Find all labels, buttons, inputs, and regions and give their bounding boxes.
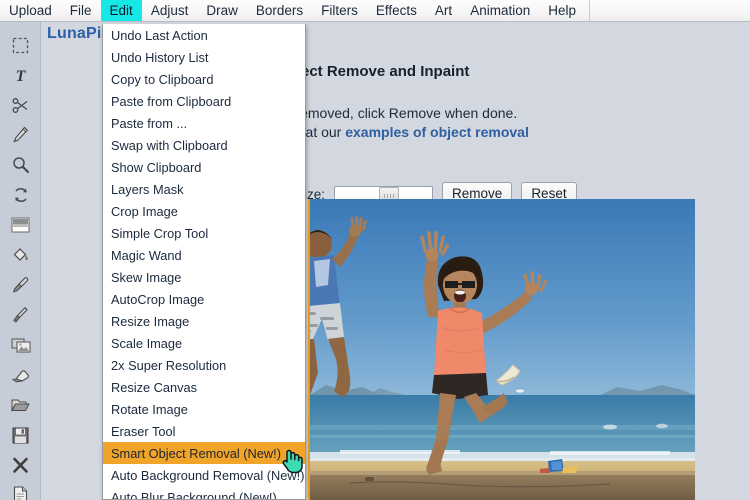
menu-option-resize-image[interactable]: Resize Image — [103, 310, 305, 332]
menu-item-help[interactable]: Help — [539, 0, 585, 21]
menu-option-smart-object-removal[interactable]: Smart Object Removal (New!) — [103, 442, 305, 464]
rotate-icon[interactable] — [0, 180, 41, 210]
menu-option-copy-to-clipboard[interactable]: Copy to Clipboard — [103, 68, 305, 90]
paint-bucket-icon[interactable] — [0, 240, 41, 270]
document-icon[interactable] — [0, 480, 41, 500]
menu-option-simple-crop-tool[interactable]: Simple Crop Tool — [103, 222, 305, 244]
menu-option-autocrop-image[interactable]: AutoCrop Image — [103, 288, 305, 310]
eyedropper-icon[interactable] — [0, 270, 41, 300]
gradient-icon[interactable] — [0, 210, 41, 240]
menu-option-auto-background-removal[interactable]: Auto Background Removal (New!) — [103, 464, 305, 486]
menu-item-upload[interactable]: Upload — [0, 0, 61, 21]
image-stack-icon[interactable] — [0, 330, 41, 360]
lunapic-app: Upload File Edit Adjust Draw Borders Fil… — [0, 0, 750, 500]
menu-item-animation[interactable]: Animation — [461, 0, 539, 21]
menu-item-draw[interactable]: Draw — [197, 0, 247, 21]
image-canvas[interactable] — [308, 199, 695, 500]
menu-option-paste-from[interactable]: Paste from ... — [103, 112, 305, 134]
magnifier-icon[interactable] — [0, 150, 41, 180]
examples-link[interactable]: examples of object removal — [345, 124, 529, 140]
menu-option-swap-with-clipboard[interactable]: Swap with Clipboard — [103, 134, 305, 156]
svg-text:T: T — [16, 68, 27, 84]
pencil-icon[interactable] — [0, 120, 41, 150]
tool-sidebar: T — [0, 22, 41, 500]
menu-item-effects[interactable]: Effects — [367, 0, 426, 21]
main-menu-bar: Upload File Edit Adjust Draw Borders Fil… — [0, 0, 750, 22]
scissors-icon[interactable] — [0, 90, 41, 120]
menu-option-scale-image[interactable]: Scale Image — [103, 332, 305, 354]
menu-option-rotate-image[interactable]: Rotate Image — [103, 398, 305, 420]
menu-item-filters[interactable]: Filters — [312, 0, 367, 21]
menu-option-skew-image[interactable]: Skew Image — [103, 266, 305, 288]
menu-option-layers-mask[interactable]: Layers Mask — [103, 178, 305, 200]
menu-option-undo-history-list[interactable]: Undo History List — [103, 46, 305, 68]
selection-marquee-icon[interactable] — [0, 30, 41, 60]
floppy-save-icon[interactable] — [0, 420, 41, 450]
menu-option-show-clipboard[interactable]: Show Clipboard — [103, 156, 305, 178]
text-icon[interactable]: T — [0, 60, 41, 90]
menu-option-resize-canvas[interactable]: Resize Canvas — [103, 376, 305, 398]
edit-dropdown-menu: Undo Last Action Undo History List Copy … — [102, 24, 306, 500]
menu-item-adjust[interactable]: Adjust — [142, 0, 198, 21]
menu-option-paste-from-clipboard[interactable]: Paste from Clipboard — [103, 90, 305, 112]
menu-bar-spacer — [589, 0, 750, 21]
menu-option-eraser-tool[interactable]: Eraser Tool — [103, 420, 305, 442]
menu-item-borders[interactable]: Borders — [247, 0, 312, 21]
eraser-icon[interactable] — [0, 360, 41, 390]
menu-option-undo-last-action[interactable]: Undo Last Action — [103, 24, 305, 46]
menu-option-2x-super-resolution[interactable]: 2x Super Resolution — [103, 354, 305, 376]
menu-item-art[interactable]: Art — [426, 0, 461, 21]
menu-item-file[interactable]: File — [61, 0, 101, 21]
menu-item-edit[interactable]: Edit — [100, 0, 142, 21]
menu-option-auto-blur-background[interactable]: Auto Blur Background (New!) — [103, 486, 305, 500]
open-folder-icon[interactable] — [0, 390, 41, 420]
menu-option-magic-wand[interactable]: Magic Wand — [103, 244, 305, 266]
menu-option-crop-image[interactable]: Crop Image — [103, 200, 305, 222]
close-x-icon[interactable] — [0, 450, 41, 480]
brush-icon[interactable] — [0, 300, 41, 330]
